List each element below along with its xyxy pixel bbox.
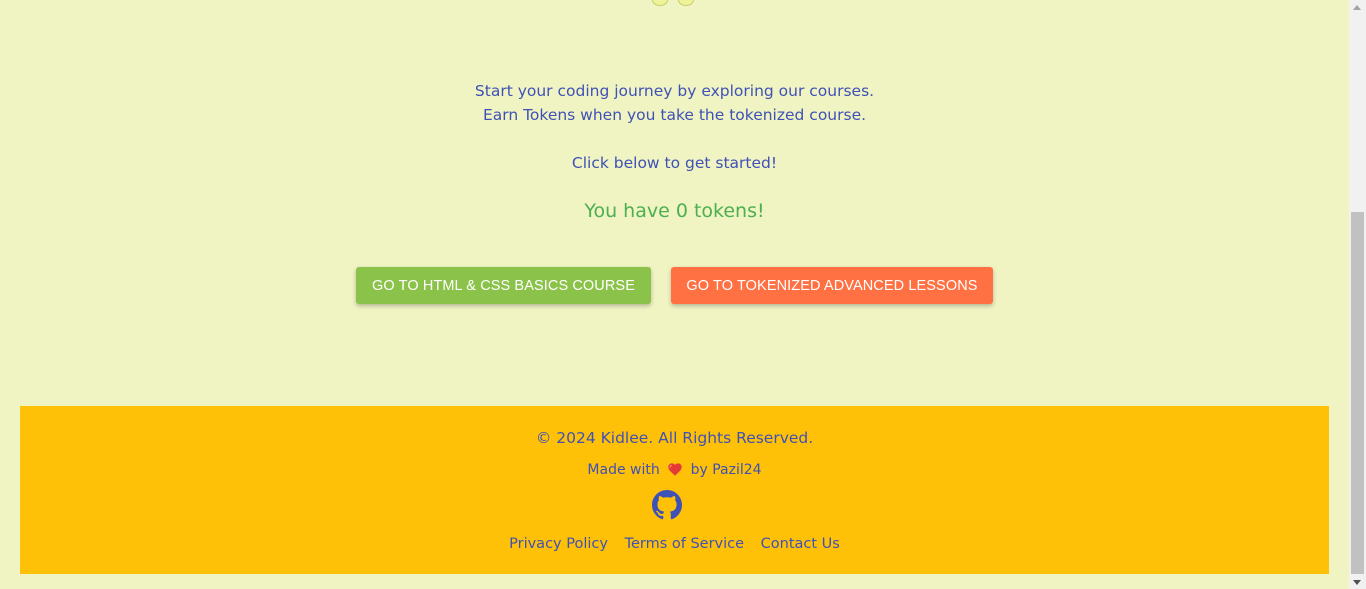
- vertical-scrollbar[interactable]: [1349, 0, 1366, 589]
- made-prefix: Made with: [587, 462, 660, 478]
- terms-of-service-link[interactable]: Terms of Service: [625, 536, 744, 552]
- made-suffix: by Pazil24: [690, 462, 762, 478]
- scroll-down-arrow-icon[interactable]: [1353, 580, 1361, 585]
- heart-icon: [668, 461, 682, 483]
- copyright: © 2024 Kidlee. All Rights Reserved.: [535, 429, 814, 447]
- privacy-policy-link[interactable]: Privacy Policy: [509, 536, 608, 552]
- intro-text: Start your coding journey by exploring o…: [0, 79, 1349, 175]
- contact-us-link[interactable]: Contact Us: [761, 536, 840, 552]
- scrollbar-thumb[interactable]: [1351, 212, 1364, 574]
- footer-links: Privacy Policy Terms of Service Contact …: [20, 533, 1329, 555]
- decoration-circle: [652, 0, 668, 6]
- github-icon[interactable]: [652, 490, 682, 520]
- intro-line: Start your coding journey by exploring o…: [474, 82, 875, 100]
- token-count: You have 0 tokens!: [584, 200, 765, 222]
- top-decoration: [652, 0, 694, 6]
- call-to-action: Click below to get started!: [571, 154, 778, 172]
- decoration-circle: [678, 0, 694, 6]
- intro-line: Earn Tokens when you take the tokenized …: [482, 106, 867, 124]
- scroll-up-arrow-icon[interactable]: [1353, 5, 1361, 10]
- page: Start your coding journey by exploring o…: [0, 0, 1349, 589]
- tokenized-lessons-button[interactable]: GO TO TOKENIZED ADVANCED LESSONS: [671, 267, 993, 304]
- html-css-course-button[interactable]: GO TO HTML & CSS BASICS COURSE: [356, 267, 651, 304]
- made-with: Made with by Pazil24: [20, 459, 1329, 483]
- footer: © 2024 Kidlee. All Rights Reserved. Made…: [20, 406, 1329, 574]
